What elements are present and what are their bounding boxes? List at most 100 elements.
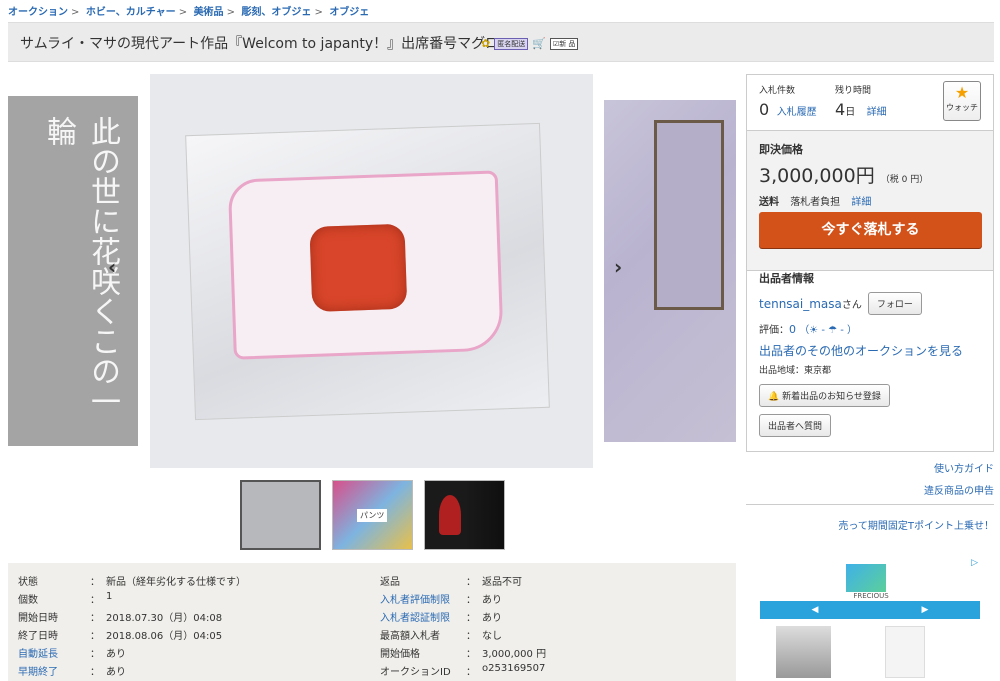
thumbnail-1[interactable] bbox=[240, 480, 321, 550]
new-listing-alert-button[interactable]: 🔔 新着出品のお知らせ登録 bbox=[759, 384, 890, 407]
seller-heading: 出品者情報 bbox=[759, 272, 814, 285]
rating-label: 評価： bbox=[759, 325, 789, 336]
thumbnail-strip: パンツ bbox=[240, 480, 505, 550]
rating-breakdown: （☀ - ☂ - ） bbox=[799, 325, 858, 336]
detail-key: 返品 bbox=[380, 577, 400, 588]
detail-key: 開始日時 bbox=[18, 613, 58, 624]
breadcrumb-auction[interactable]: オークション bbox=[8, 7, 68, 18]
ad-brand: FRECIOUS bbox=[853, 592, 889, 600]
detail-value: 2018.07.30（月）04:08 bbox=[106, 613, 223, 624]
divider bbox=[746, 504, 994, 505]
bid-history-link[interactable]: 入札履歴 bbox=[777, 107, 817, 118]
seller-name-link[interactable]: tennsai_masa bbox=[759, 297, 842, 311]
watch-label: ウォッチ bbox=[946, 103, 978, 112]
seller-region: 出品地域：東京都 bbox=[759, 366, 832, 376]
breadcrumb-object[interactable]: オブジェ bbox=[329, 7, 369, 18]
detail-key: 開始価格 bbox=[380, 649, 420, 660]
detail-value: あり bbox=[106, 667, 126, 678]
detail-value: 新品（経年劣化する仕様です） bbox=[106, 577, 246, 588]
watch-button[interactable]: ★ ウォッチ bbox=[943, 81, 981, 121]
frecious-logo bbox=[846, 564, 886, 592]
next-image-arrow-icon[interactable]: › bbox=[614, 255, 622, 279]
main-product-image[interactable] bbox=[150, 74, 593, 468]
buyout-price-value: 3,000,000円 bbox=[759, 165, 875, 187]
door-graphic bbox=[654, 120, 724, 310]
bell-icon: 🔔 bbox=[768, 392, 780, 402]
early-end-link[interactable]: 早期終了 bbox=[18, 663, 90, 681]
guide-link[interactable]: 使い方ガイド bbox=[934, 460, 994, 475]
details-left: 状態：新品（経年劣化する仕様です） 個数： 1 開始日時： 2018.07.30（月… bbox=[18, 573, 246, 681]
buy-now-button[interactable]: 今すぐ落札する bbox=[759, 212, 982, 248]
bidder-rating-limit-link[interactable]: 入札者評価制限 bbox=[380, 591, 466, 609]
tax-note: （税 0 円） bbox=[880, 175, 929, 185]
page-title: サムライ・マサの現代アート作品『Welcom to japanty！』出席番号マ… bbox=[20, 36, 500, 52]
detail-value: なし bbox=[482, 631, 502, 642]
breadcrumb-sculpture[interactable]: 彫刻、オブジェ bbox=[241, 7, 311, 18]
ad-choices-icon[interactable]: ▷ bbox=[971, 558, 978, 568]
detail-value: あり bbox=[106, 649, 126, 660]
ad-product-image-1 bbox=[776, 626, 831, 678]
ad-product-image-2 bbox=[885, 626, 925, 678]
breadcrumb: オークション > ホビー、カルチャー > 美術品 > 彫刻、オブジェ > オブジェ bbox=[8, 7, 370, 18]
report-link[interactable]: 違反商品の申告 bbox=[924, 482, 994, 497]
thumbnail-2[interactable]: パンツ bbox=[332, 480, 413, 550]
prev-image-arrow-icon[interactable]: ‹ bbox=[108, 255, 116, 279]
detail-key: 終了日時 bbox=[18, 631, 58, 642]
detail-value: あり bbox=[482, 613, 502, 624]
bid-count-value: 0 bbox=[759, 100, 770, 119]
follow-button[interactable]: フォロー bbox=[867, 292, 922, 315]
prev-image-preview[interactable]: 此の世に花咲くこの一輪 bbox=[8, 96, 138, 446]
thumbnail-3[interactable] bbox=[424, 480, 505, 550]
bid-count-label: 入札件数 bbox=[759, 86, 796, 96]
next-image-preview[interactable] bbox=[604, 100, 736, 442]
remaining-time-label: 残り時間 bbox=[835, 86, 872, 96]
shipping-label: 送料 bbox=[759, 197, 779, 208]
new-item-label: 新 品 bbox=[559, 39, 576, 48]
seller-other-auctions-link[interactable]: 出品者のその他のオークションを見る bbox=[759, 344, 963, 358]
breadcrumb-art[interactable]: 美術品 bbox=[194, 7, 224, 18]
new-item-badge: ☑新 品 bbox=[549, 37, 579, 50]
bid-panel: 入札件数 0 入札履歴 残り時間 4日 詳細 ★ ウォッチ 即決価格 3,000… bbox=[746, 74, 994, 452]
ask-seller-button[interactable]: 出品者へ質問 bbox=[759, 414, 832, 437]
detail-value: 2018.08.06（月）04:05 bbox=[106, 631, 223, 642]
ad-carousel-nav: ◀ ▶ bbox=[760, 601, 980, 619]
breadcrumb-hobby[interactable]: ホビー、カルチャー bbox=[86, 7, 176, 18]
shipping-detail-link[interactable]: 詳細 bbox=[851, 197, 871, 208]
shipping-value: 落札者負担 bbox=[790, 197, 841, 208]
item-details: 状態：新品（経年劣化する仕様です） 個数： 1 開始日時： 2018.07.30（月… bbox=[8, 563, 736, 681]
star-icon: ★ bbox=[954, 83, 970, 102]
details-right: 返品：返品不可 入札者評価制限：あり 入札者認証制限：あり 最高額入札者：なし … bbox=[380, 573, 546, 681]
vacuum-pack-image bbox=[185, 122, 550, 421]
bidder-auth-limit-link[interactable]: 入札者認証制限 bbox=[380, 609, 466, 627]
seller-info: 出品者情報 tennsai_masaさん フォロー 評価：0 （☀ - ☂ - … bbox=[747, 262, 993, 437]
detail-value: 3,000,000 円 bbox=[482, 649, 547, 660]
seller-suffix: さん bbox=[841, 300, 862, 311]
detail-key: 最高額入札者 bbox=[380, 631, 440, 642]
remaining-time-unit: 日 bbox=[845, 107, 856, 118]
cart-icon: 🛒 bbox=[532, 37, 546, 50]
tpoint-promo-link[interactable]: 売って期間固定Tポイント上乗せ！ bbox=[838, 517, 994, 532]
buyout-heading: 即決価格 bbox=[759, 143, 803, 156]
title-bar: サムライ・マサの現代アート作品『Welcom to japanty！』出席番号マ… bbox=[8, 22, 994, 62]
detail-key: オークションID bbox=[380, 667, 451, 678]
buyout-price: 3,000,000円 （税 0 円） bbox=[759, 161, 928, 188]
ad-prev-arrow-icon[interactable]: ◀ bbox=[812, 601, 819, 619]
time-detail-link[interactable]: 詳細 bbox=[867, 107, 887, 118]
anonymous-shipping-badge: 匿名配送 bbox=[494, 37, 529, 50]
tuna-graphic bbox=[309, 223, 408, 312]
rating-value-link[interactable]: 0 bbox=[789, 323, 796, 336]
detail-value: あり bbox=[482, 595, 502, 606]
detail-key: 個数 bbox=[18, 595, 38, 606]
detail-value: o253169507 bbox=[482, 663, 546, 674]
new-listing-alert-label: 新着出品のお知らせ登録 bbox=[782, 392, 881, 402]
samurai-graphic bbox=[439, 495, 461, 535]
detail-key: 状態 bbox=[18, 577, 38, 588]
advertisement[interactable]: ▷ FRECIOUS ◀ ▶ bbox=[760, 556, 982, 681]
ad-next-arrow-icon[interactable]: ▶ bbox=[922, 601, 929, 619]
detail-value: 返品不可 bbox=[482, 577, 522, 588]
thumbnail-2-label: パンツ bbox=[357, 509, 388, 522]
detail-value: 1 bbox=[106, 591, 113, 602]
auto-extend-link[interactable]: 自動延長 bbox=[18, 645, 90, 663]
award-icon: ✿ bbox=[481, 37, 491, 50]
remaining-time-value: 4 bbox=[835, 100, 846, 119]
